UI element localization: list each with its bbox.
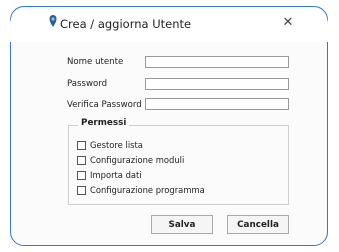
close-icon: ✕ xyxy=(282,15,294,30)
close-button[interactable]: ✕ xyxy=(280,15,296,31)
checkbox-configurazione-moduli[interactable]: Configurazione moduli xyxy=(77,155,184,165)
checkbox-label: Configurazione moduli xyxy=(90,155,185,165)
checkbox-label: Importa dati xyxy=(90,170,142,180)
checkbox-box[interactable] xyxy=(77,155,86,165)
password-label: Password xyxy=(67,79,108,89)
window-title: Crea / aggiorna Utente xyxy=(60,17,192,31)
password-input[interactable] xyxy=(145,78,289,90)
checkbox-label: Configurazione programma xyxy=(90,185,205,195)
verify-password-input[interactable] xyxy=(145,98,289,110)
verify-password-label: Verifica Password xyxy=(67,100,142,110)
checkbox-box[interactable] xyxy=(77,140,86,150)
checkbox-label: Gestore lista xyxy=(90,140,143,150)
permissions-title: Permessi xyxy=(78,118,130,128)
cancel-button[interactable]: Cancella xyxy=(227,215,289,234)
app-icon xyxy=(49,15,57,27)
checkbox-box[interactable] xyxy=(77,170,86,180)
save-button[interactable]: Salva xyxy=(151,215,213,234)
checkbox-configurazione-programma[interactable]: Configurazione programma xyxy=(77,185,205,195)
checkbox-importa-dati[interactable]: Importa dati xyxy=(77,170,142,180)
username-label: Nome utente xyxy=(67,57,124,67)
username-input[interactable] xyxy=(145,56,289,68)
checkbox-box[interactable] xyxy=(77,185,86,195)
checkbox-gestore-lista[interactable]: Gestore lista xyxy=(77,140,143,150)
